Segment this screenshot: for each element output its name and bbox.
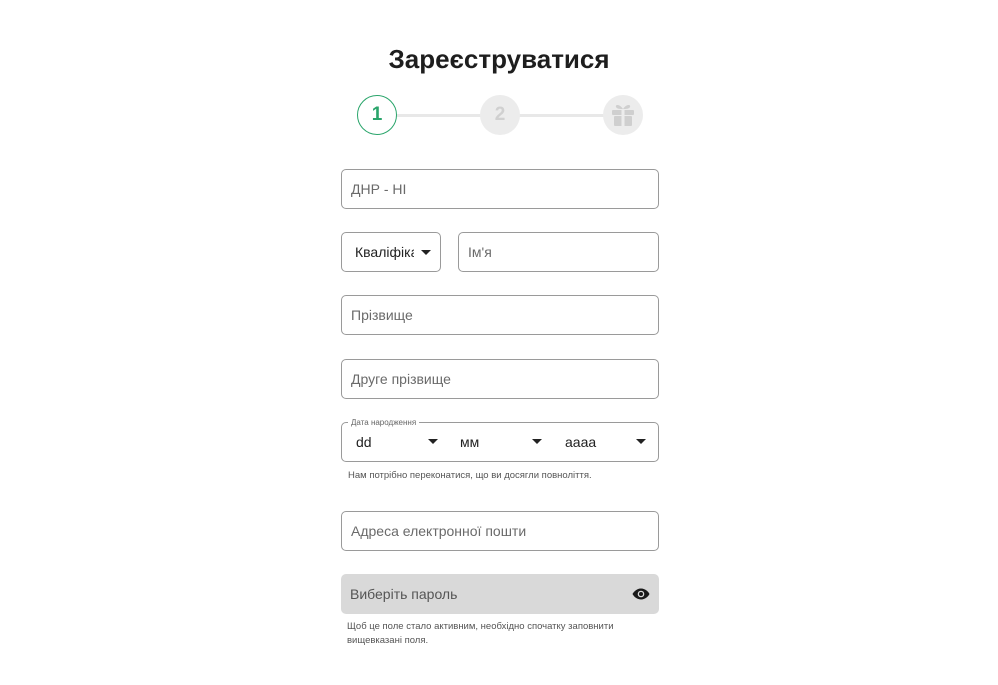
- dni-input[interactable]: ДНР - НІ: [341, 169, 659, 209]
- dob-hint: Нам потрібно переконатися, що ви досягли…: [348, 470, 592, 481]
- eye-icon[interactable]: [632, 588, 650, 600]
- title-select[interactable]: Кваліфікація: [341, 232, 441, 272]
- dob-day-value: dd: [356, 434, 372, 450]
- dob-year-select[interactable]: аааа: [565, 423, 649, 461]
- email-placeholder: Адреса електронної пошти: [351, 523, 527, 539]
- first-name-placeholder: Ім'я: [468, 244, 492, 260]
- stepper: 1 2: [357, 95, 643, 135]
- first-name-input[interactable]: Ім'я: [458, 232, 659, 272]
- step-2: 2: [480, 95, 520, 135]
- step-3-gift: [603, 95, 643, 135]
- surname-placeholder: Прізвище: [351, 307, 413, 323]
- dni-placeholder: ДНР - НІ: [351, 181, 407, 197]
- password-hint: Щоб це поле стало активним, необхідно сп…: [347, 621, 614, 646]
- password-input[interactable]: Виберіть пароль: [341, 574, 659, 614]
- password-placeholder: Виберіть пароль: [350, 586, 458, 602]
- title-select-value: Кваліфікація: [355, 244, 414, 260]
- chevron-down-icon: [428, 439, 438, 444]
- second-surname-input[interactable]: Друге прізвище: [341, 359, 659, 399]
- chevron-down-icon: [532, 439, 542, 444]
- second-surname-placeholder: Друге прізвище: [351, 371, 451, 387]
- chevron-down-icon: [421, 249, 431, 255]
- dob-year-value: аааа: [565, 434, 597, 450]
- page-title: Зареєструватися: [388, 44, 610, 74]
- dob-month-select[interactable]: мм: [460, 423, 544, 461]
- stepper-line: [395, 114, 481, 117]
- step-1: 1: [357, 95, 397, 135]
- dob-month-value: мм: [460, 434, 480, 450]
- dob-day-select[interactable]: dd: [356, 423, 440, 461]
- gift-icon: [612, 104, 634, 126]
- email-input[interactable]: Адреса електронної пошти: [341, 511, 659, 551]
- chevron-down-icon: [636, 439, 646, 444]
- surname-input[interactable]: Прізвище: [341, 295, 659, 335]
- stepper-line: [519, 114, 605, 117]
- registration-page: Зареєструватися 1 2 ДНР - НІ Кваліфікаці…: [0, 0, 998, 685]
- date-of-birth-group: Дата народження dd мм аааа: [341, 417, 659, 462]
